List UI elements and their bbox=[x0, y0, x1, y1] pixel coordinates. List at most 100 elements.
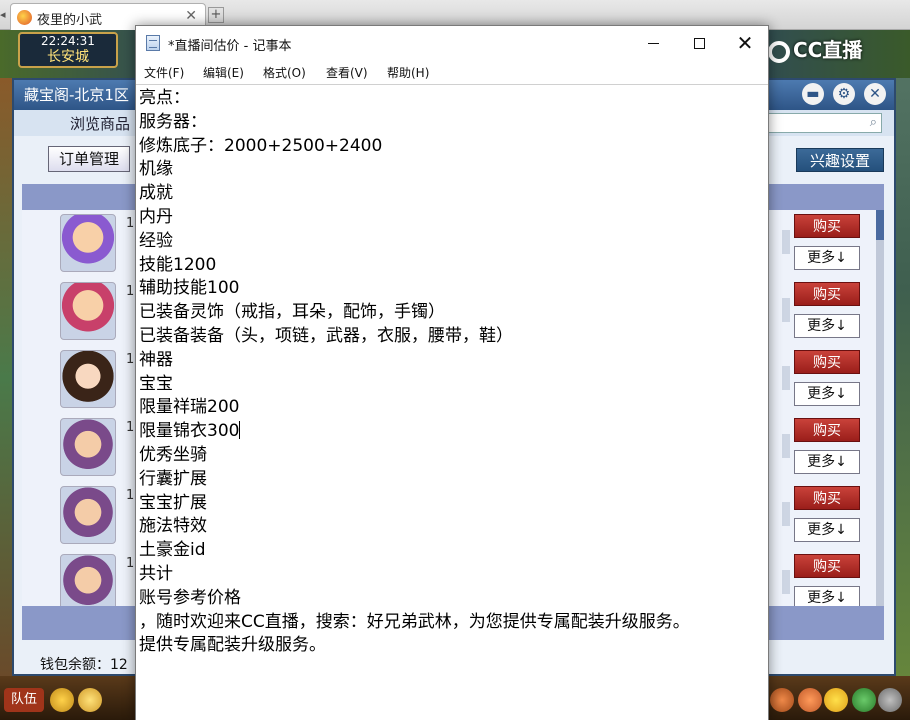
character-avatar[interactable] bbox=[60, 214, 116, 272]
row-number: 1 bbox=[126, 284, 135, 299]
row-field-edge bbox=[782, 434, 790, 458]
notepad-window: *直播间估价 - 记事本 ✕ 文件(F) 编辑(E) 格式(O) 查看(V) 帮… bbox=[135, 25, 769, 720]
current-city: 长安城 bbox=[47, 49, 89, 65]
browse-goods-tab[interactable]: 浏览商品 bbox=[70, 113, 130, 134]
text-line: 已装备装备（头，项链，武器，衣服，腰带，鞋） bbox=[139, 325, 513, 346]
text-line: 神器 bbox=[139, 349, 173, 370]
maximize-icon bbox=[693, 38, 705, 49]
system-icon[interactable] bbox=[852, 688, 876, 712]
text-line: 土豪金id bbox=[139, 540, 206, 561]
interest-settings-button[interactable]: 兴趣设置 bbox=[796, 148, 884, 172]
character-avatar[interactable] bbox=[60, 486, 116, 544]
text-caret bbox=[239, 421, 241, 440]
shop-minimize-icon[interactable]: ▬ bbox=[801, 83, 824, 105]
text-line: 行囊扩展 bbox=[139, 468, 207, 489]
shop-settings-icon[interactable]: ⚙ bbox=[832, 83, 855, 105]
notepad-document[interactable]: 亮点： 服务器： 修炼底子：2000+2500+2400 机缘 成就 内丹 经验… bbox=[139, 87, 749, 658]
microphone-icon[interactable] bbox=[50, 688, 74, 712]
text-line: 亮点： bbox=[139, 88, 190, 108]
character-avatar[interactable] bbox=[60, 282, 116, 340]
row-number: 1 bbox=[126, 352, 135, 367]
buy-button[interactable]: 购买 bbox=[794, 214, 860, 238]
wallet-balance: 钱包余额：12 bbox=[40, 657, 128, 673]
shop-close-icon[interactable]: ✕ bbox=[864, 83, 886, 105]
text-line: 成就 bbox=[139, 183, 173, 204]
text-line: 优秀坐骑 bbox=[139, 444, 207, 465]
more-button[interactable]: 更多↓ bbox=[794, 450, 860, 474]
bag-icon[interactable] bbox=[770, 688, 794, 712]
menu-help[interactable]: 帮助(H) bbox=[387, 64, 429, 81]
menu-format[interactable]: 格式(O) bbox=[263, 64, 306, 81]
menu-view[interactable]: 查看(V) bbox=[326, 64, 368, 81]
notepad-menu-bar: 文件(F) 编辑(E) 格式(O) 查看(V) 帮助(H) bbox=[136, 60, 768, 84]
notepad-title: *直播间估价 - 记事本 bbox=[168, 39, 292, 54]
buy-button[interactable]: 购买 bbox=[794, 554, 860, 578]
goods-list-scroll-thumb[interactable] bbox=[876, 210, 884, 240]
chat-icon[interactable] bbox=[78, 688, 102, 712]
search-icon[interactable]: ⌕ bbox=[870, 115, 877, 130]
row-field-edge bbox=[782, 502, 790, 526]
tab-scroll-left-icon[interactable]: ◂ bbox=[0, 6, 10, 24]
row-field-edge bbox=[782, 366, 790, 390]
shop-window-controls: ▬ ⚙ ✕ bbox=[798, 83, 886, 105]
notepad-text-area[interactable]: 亮点： 服务器： 修炼底子：2000+2500+2400 机缘 成就 内丹 经验… bbox=[136, 84, 768, 720]
cc-logo-icon bbox=[768, 40, 790, 63]
minimize-button[interactable] bbox=[630, 26, 676, 60]
text-line: 修炼底子：2000+2500+2400 bbox=[139, 135, 383, 156]
notepad-title-bar[interactable]: *直播间估价 - 记事本 ✕ bbox=[136, 26, 768, 60]
text-line: 限量祥瑞200 bbox=[139, 397, 240, 418]
buy-button[interactable]: 购买 bbox=[794, 486, 860, 510]
shop-title: 藏宝阁-北京1区 bbox=[24, 86, 129, 104]
more-button[interactable]: 更多↓ bbox=[794, 382, 860, 406]
text-line: 账号参考价格 bbox=[139, 587, 241, 608]
text-line: 共计 bbox=[139, 563, 173, 584]
text-line-with-caret: 限量锦衣300 bbox=[139, 420, 749, 444]
close-button[interactable]: ✕ bbox=[722, 26, 768, 60]
character-avatar[interactable] bbox=[60, 418, 116, 476]
text-line: 宝宝 bbox=[139, 373, 173, 394]
text-line: ，随时欢迎来CC直播，搜索：好兄弟武林，为您提供专属配装升级服务。 bbox=[139, 611, 690, 632]
new-tab-button[interactable]: + bbox=[208, 7, 224, 23]
pet-icon[interactable] bbox=[798, 688, 822, 712]
notepad-icon bbox=[146, 35, 160, 51]
row-number: 1 bbox=[126, 488, 135, 503]
team-button[interactable]: 队伍 bbox=[4, 688, 44, 712]
cc-live-logo: CC直播 bbox=[768, 34, 888, 66]
text-line: 施法特效 bbox=[139, 516, 207, 537]
row-field-edge bbox=[782, 570, 790, 594]
buy-button[interactable]: 购买 bbox=[794, 350, 860, 374]
goods-list-scrollbar[interactable] bbox=[876, 210, 884, 606]
minimize-icon bbox=[647, 43, 659, 44]
menu-file[interactable]: 文件(F) bbox=[144, 64, 184, 81]
character-avatar[interactable] bbox=[60, 554, 116, 612]
row-field-edge bbox=[782, 298, 790, 322]
more-button[interactable]: 更多↓ bbox=[794, 314, 860, 338]
row-number: 1 bbox=[126, 216, 135, 231]
text-line: 已装备灵饰（戒指，耳朵，配饰，手镯） bbox=[139, 302, 445, 323]
cc-logo-text: CC直播 bbox=[793, 38, 863, 62]
text-line: 机缘 bbox=[139, 159, 173, 180]
text-line: 辅助技能100 bbox=[139, 278, 240, 299]
friends-icon[interactable] bbox=[878, 688, 902, 712]
maximize-button[interactable] bbox=[676, 26, 722, 60]
order-management-button[interactable]: 订单管理 bbox=[48, 146, 130, 172]
buy-button[interactable]: 购买 bbox=[794, 282, 860, 306]
close-icon: ✕ bbox=[736, 31, 754, 55]
menu-edit[interactable]: 编辑(E) bbox=[203, 64, 244, 81]
row-number: 1 bbox=[126, 420, 135, 435]
text-line: 内丹 bbox=[139, 206, 173, 227]
more-button[interactable]: 更多↓ bbox=[794, 246, 860, 270]
character-avatar[interactable] bbox=[60, 350, 116, 408]
buy-button[interactable]: 购买 bbox=[794, 418, 860, 442]
tab-close-icon[interactable]: ✕ bbox=[185, 8, 197, 24]
emote-icon[interactable] bbox=[824, 688, 848, 712]
more-button[interactable]: 更多↓ bbox=[794, 518, 860, 542]
game-clock: 22:24:31 长安城 bbox=[18, 32, 118, 68]
text-line: 限量锦衣300 bbox=[139, 421, 240, 442]
clock-time: 22:24:31 bbox=[41, 34, 95, 48]
shop-search-input[interactable]: ⌕ bbox=[762, 113, 882, 133]
text-line: 服务器： bbox=[139, 111, 207, 132]
row-number: 1 bbox=[126, 556, 135, 571]
text-line: 宝宝扩展 bbox=[139, 492, 207, 513]
browser-tab-title: 夜里的小武 bbox=[37, 13, 103, 28]
